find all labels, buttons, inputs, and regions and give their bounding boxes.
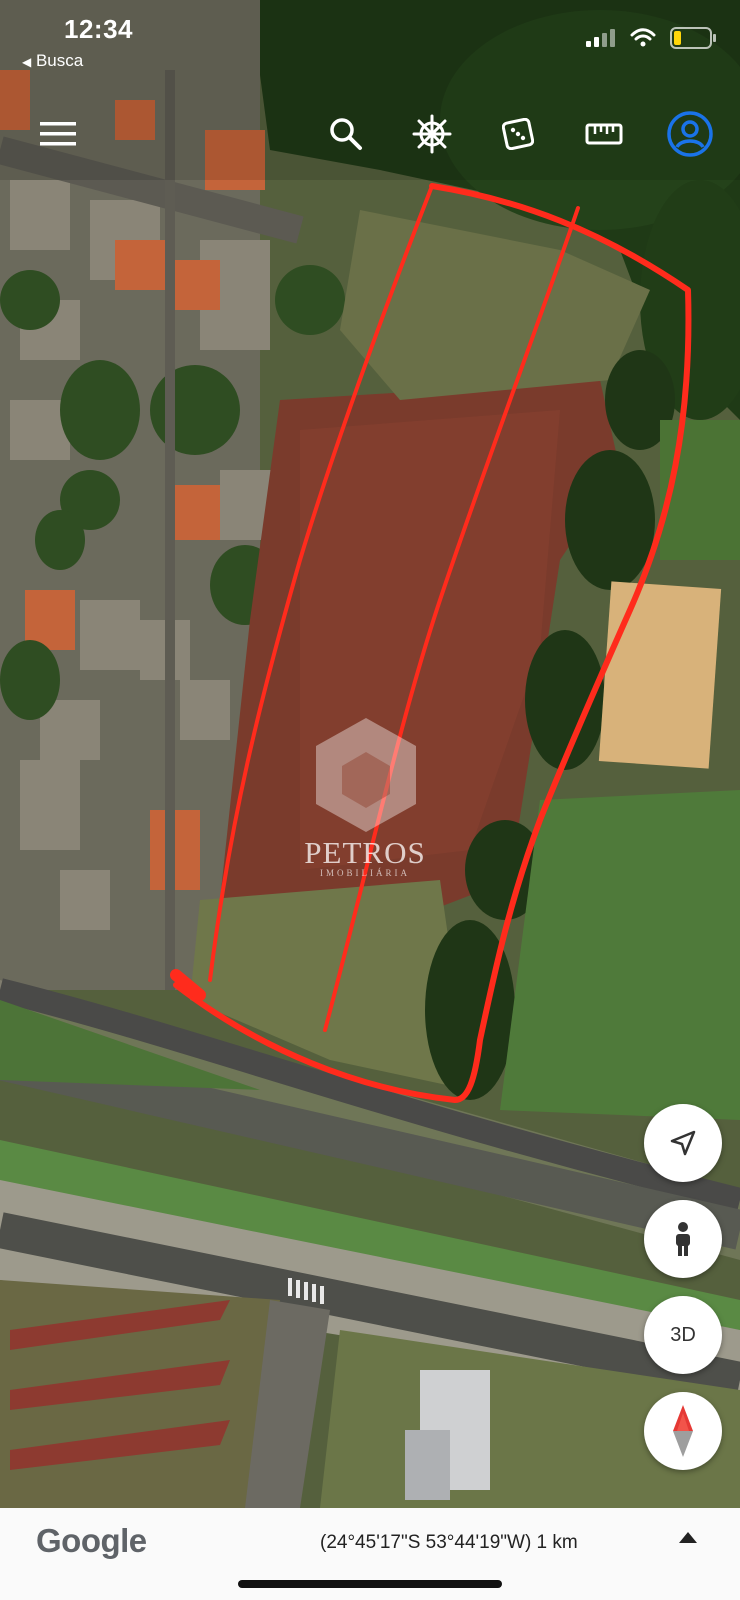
measure-button[interactable]: [578, 108, 630, 160]
watermark-brand: PETROS: [304, 835, 426, 870]
compass-icon: [673, 1405, 693, 1457]
navigation-arrow-icon: [670, 1130, 696, 1156]
voyager-button[interactable]: [406, 108, 458, 160]
profile-button[interactable]: [664, 108, 716, 160]
random-place-button[interactable]: [492, 108, 544, 160]
compass-button[interactable]: [644, 1392, 722, 1470]
back-label: Busca: [35, 51, 84, 70]
coordinates-scale: (24°45'17"S 53°44'19"W) 1 km: [320, 1532, 578, 1553]
pegman-icon: [676, 1222, 690, 1256]
google-logo: Google: [36, 1522, 147, 1559]
menu-button[interactable]: [32, 108, 84, 160]
toolbar: [0, 108, 740, 164]
profile-icon: [667, 111, 713, 157]
toggle-3d-label: 3D: [670, 1323, 696, 1346]
system-icons: [586, 27, 716, 49]
footer-bar: Google (24°45'17"S 53°44'19"W) 1 km: [0, 1508, 740, 1600]
battery-icon: [670, 27, 716, 49]
caret-up-icon[interactable]: [679, 1532, 697, 1543]
street-view-button[interactable]: [644, 1200, 722, 1278]
watermark-subtitle: IMOBILIÁRIA: [320, 868, 410, 878]
satellite-map[interactable]: [0, 0, 740, 1600]
status-bar: 12:34 ◀ Busca: [0, 0, 740, 80]
menu-icon: [40, 122, 76, 146]
search-button[interactable]: [320, 108, 372, 160]
wifi-icon: [630, 28, 656, 47]
my-location-button[interactable]: [644, 1104, 722, 1182]
search-icon: [330, 118, 362, 150]
cellular-signal-icon: [586, 29, 615, 47]
home-indicator[interactable]: [238, 1580, 502, 1588]
back-triangle-icon: ◀: [22, 55, 32, 69]
back-to-search-link[interactable]: ◀ Busca: [22, 51, 83, 71]
dice-icon: [502, 118, 534, 150]
ruler-icon: [585, 123, 623, 145]
status-time: 12:34: [64, 14, 133, 44]
voyager-wheel-icon: [412, 114, 452, 154]
toggle-3d-button[interactable]: 3D: [644, 1296, 722, 1374]
